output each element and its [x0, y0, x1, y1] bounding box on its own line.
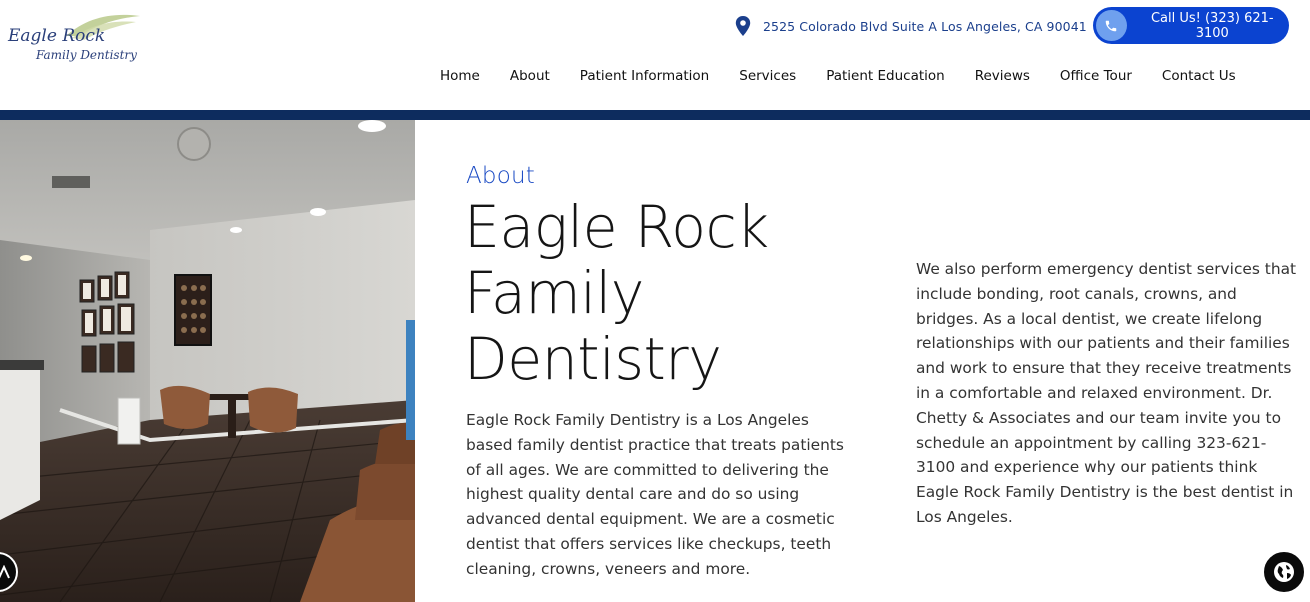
accessibility-icon — [0, 565, 10, 579]
logo-line1: Eagle Rock — [7, 26, 105, 46]
nav-item-office-tour[interactable]: Office Tour — [1060, 68, 1132, 88]
logo-line2: Family Dentistry — [35, 48, 137, 62]
section-eyebrow: About — [466, 163, 536, 189]
header-divider-band — [0, 110, 1310, 120]
nav-item-patient-information[interactable]: Patient Information — [580, 68, 709, 88]
nav-item-services[interactable]: Services — [739, 68, 796, 88]
phone-icon — [1106, 20, 1117, 31]
language-button[interactable] — [1262, 550, 1306, 594]
nav-item-home[interactable]: Home — [440, 68, 480, 88]
title-line-1: Eagle Rock — [464, 193, 769, 261]
globe-icon — [1274, 562, 1294, 582]
waiting-room-image — [0, 120, 415, 602]
map-pin-icon — [735, 16, 751, 36]
title-line-3: Dentistry — [464, 325, 722, 393]
nav-item-patient-education[interactable]: Patient Education — [826, 68, 945, 88]
about-paragraph-right: We also perform emergency dentist servic… — [916, 260, 1297, 526]
office-photo — [0, 120, 415, 602]
address-text: 2525 Colorado Blvd Suite A Los Angeles, … — [763, 18, 1087, 34]
phone-icon-wrap — [1096, 10, 1127, 41]
nav-item-reviews[interactable]: Reviews — [975, 68, 1030, 88]
page-title: Eagle Rock Family Dentistry — [464, 194, 904, 392]
eagle-rock-logo: Eagle Rock Family Dentistry — [7, 14, 140, 62]
call-us-button[interactable]: Call Us! (323) 621-3100 — [1093, 7, 1289, 44]
title-line-2: Family — [464, 259, 644, 327]
header-address[interactable]: 2525 Colorado Blvd Suite A Los Angeles, … — [735, 14, 1087, 38]
about-paragraph-left: Eagle Rock Family Dentistry is a Los Ang… — [466, 411, 844, 578]
nav-item-about[interactable]: About — [510, 68, 550, 88]
site-header: Eagle Rock Family Dentistry 2525 Colorad… — [0, 0, 1310, 110]
call-us-label: Call Us! (323) 621-3100 — [1150, 10, 1274, 41]
nav-item-contact-us[interactable]: Contact Us — [1162, 68, 1236, 88]
main-nav: Home About Patient Information Services … — [440, 68, 1236, 88]
site-logo[interactable]: Eagle Rock Family Dentistry — [6, 8, 146, 68]
